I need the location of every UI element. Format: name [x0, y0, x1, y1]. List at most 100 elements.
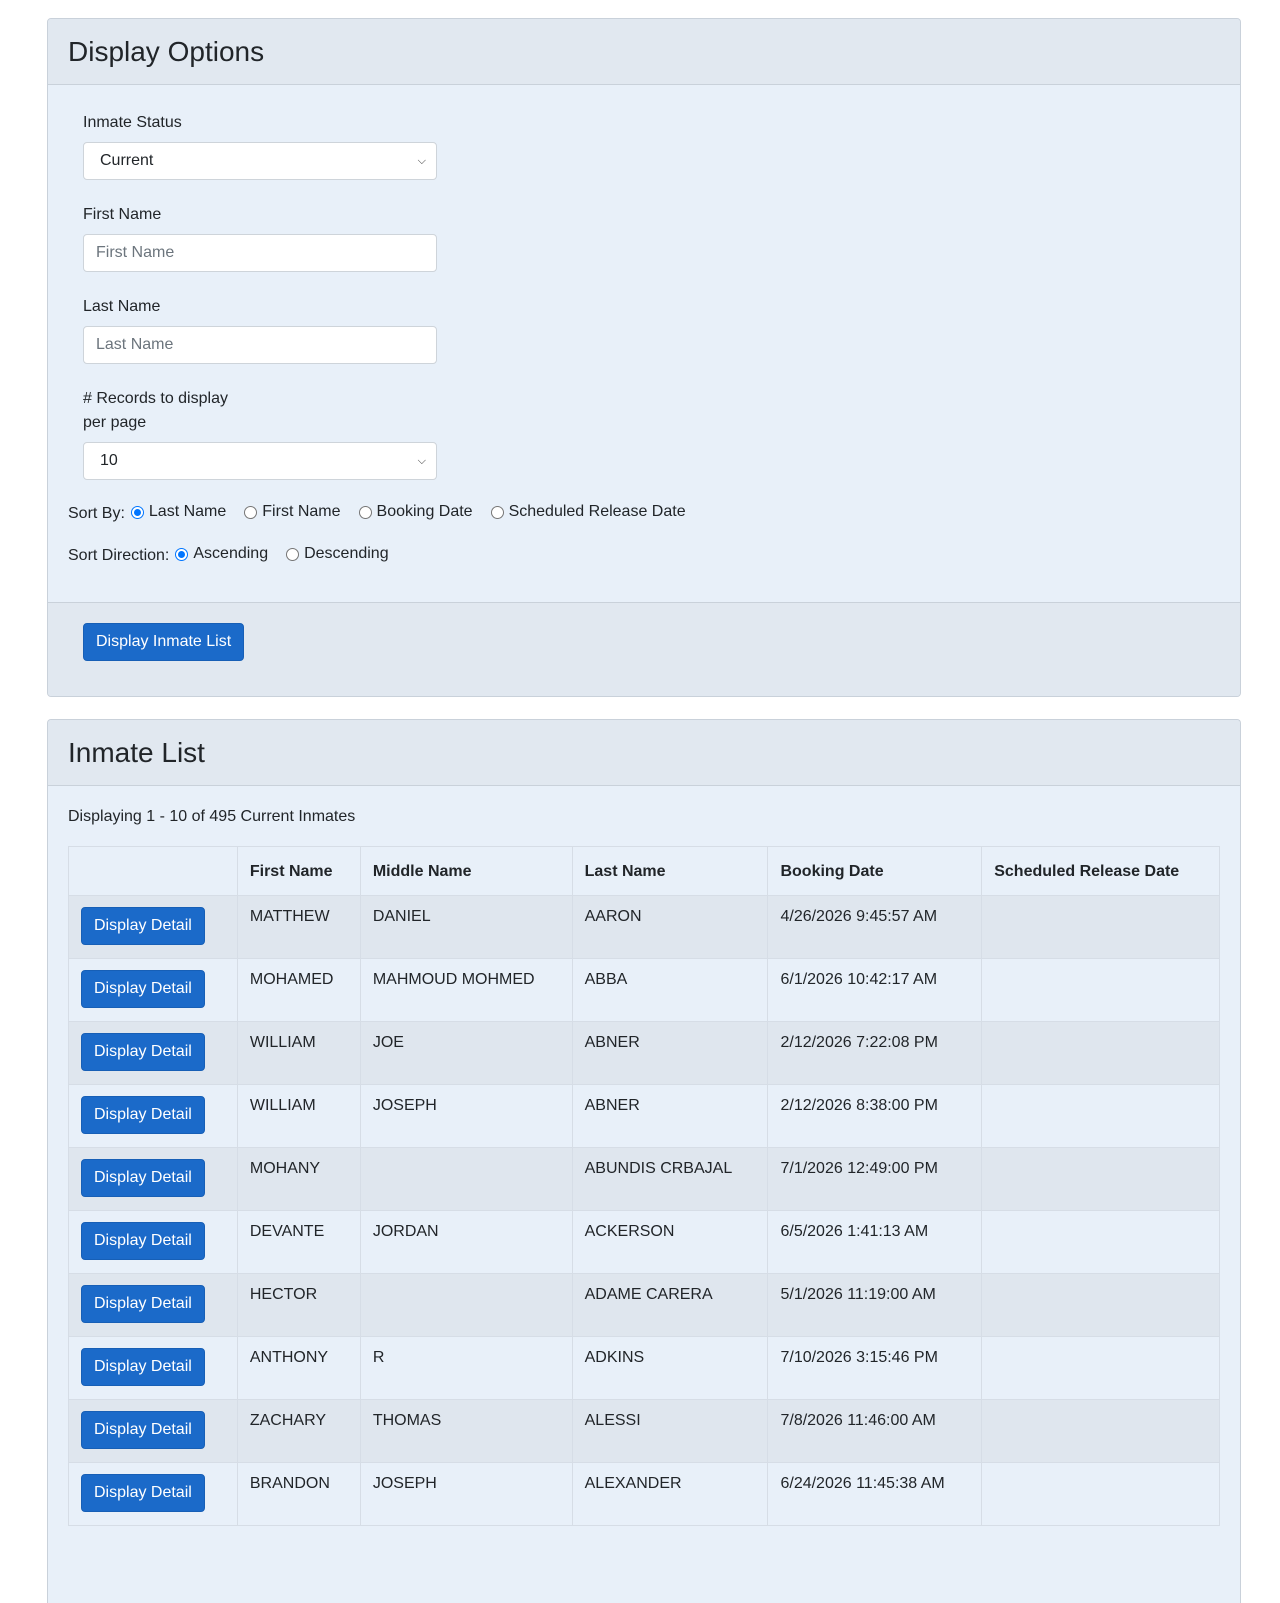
scheduled-release-date-cell [981, 895, 1220, 959]
inmate-list-header: Inmate List [48, 720, 1240, 786]
table-row: Display Detail DEVANTE JORDAN ACKERSON 6/5/2… [68, 1210, 1220, 1274]
radio-icon[interactable] [490, 505, 504, 519]
display-detail-button[interactable]: Display Detail [81, 1033, 205, 1071]
action-cell: Display Detail [68, 1336, 238, 1400]
first-name-placeholder: First Name [96, 244, 175, 261]
scheduled-release-date-cell [981, 1210, 1220, 1274]
radio-checked-icon[interactable] [130, 505, 144, 519]
display-options-panel: Display Options Inmate Status Current ⌵ … [47, 18, 1241, 697]
middle-name-cell: JOE [359, 1021, 573, 1085]
sort-by-option-label: First Name [262, 503, 341, 520]
sort-by-label: Sort By: [68, 505, 125, 522]
records-per-page-label-line2: per page [83, 414, 147, 431]
first-name-cell: BRANDON [236, 1462, 361, 1526]
display-options-footer: Display Inmate List [48, 602, 1240, 696]
action-cell: Display Detail [68, 1147, 238, 1211]
display-detail-button[interactable]: Display Detail [81, 1159, 205, 1197]
display-detail-button[interactable]: Display Detail [81, 1411, 205, 1449]
first-name-cell: MOHAMED [236, 958, 361, 1022]
table-row: Display Detail MOHANY ABUNDIS CRBAJAL 7/1/2… [68, 1147, 1220, 1211]
column-header-booking-date: Booking Date [767, 846, 983, 896]
display-detail-button[interactable]: Display Detail [81, 1474, 205, 1512]
scheduled-release-date-cell [981, 1084, 1220, 1148]
middle-name-cell: JOSEPH [359, 1462, 573, 1526]
action-cell: Display Detail [68, 1462, 238, 1526]
radio-icon[interactable] [286, 547, 300, 561]
middle-name-cell: DANIEL [359, 895, 573, 959]
scheduled-release-date-cell [981, 1147, 1220, 1211]
radio-icon[interactable] [358, 505, 372, 519]
chevron-down-icon: ⌵ [417, 454, 426, 467]
middle-name-cell [359, 1147, 573, 1211]
last-name-cell: ABNER [571, 1084, 769, 1148]
action-cell: Display Detail [68, 1021, 238, 1085]
first-name-input[interactable]: First Name [83, 234, 437, 272]
booking-date-cell: 4/26/2026 9:45:57 AM [767, 895, 983, 959]
column-header-first-name: First Name [236, 846, 361, 896]
table-row: Display Detail ANTHONY R ADKINS 7/10/2026 3:… [68, 1336, 1220, 1400]
inmate-status-label: Inmate Status [83, 114, 182, 131]
display-detail-button[interactable]: Display Detail [81, 970, 205, 1008]
records-per-page-value: 10 [100, 452, 118, 469]
last-name-cell: ABBA [571, 958, 769, 1022]
sort-by-last-name[interactable]: Last Name [129, 503, 226, 521]
booking-date-cell: 5/1/2026 11:19:00 AM [767, 1273, 983, 1337]
records-per-page-select[interactable]: 10 ⌵ [83, 442, 437, 480]
scheduled-release-date-cell [981, 1021, 1220, 1085]
inmate-list-summary: Displaying 1 - 10 of 495 Current Inmates [68, 808, 356, 825]
booking-date-cell: 2/12/2026 7:22:08 PM [767, 1021, 983, 1085]
first-name-cell: ZACHARY [236, 1399, 361, 1463]
table-header-row: First Name Middle Name Last Name Booking… [68, 846, 1220, 896]
last-name-placeholder: Last Name [96, 336, 174, 353]
sort-by-scheduled-release-date[interactable]: Scheduled Release Date [489, 503, 686, 521]
display-detail-button[interactable]: Display Detail [81, 1348, 205, 1386]
records-per-page-label: # Records to display per page [83, 387, 228, 435]
display-detail-button[interactable]: Display Detail [81, 1222, 205, 1260]
sort-direction-descending[interactable]: Descending [284, 545, 389, 563]
last-name-cell: ALESSI [571, 1399, 769, 1463]
middle-name-cell [359, 1273, 573, 1337]
display-detail-button[interactable]: Display Detail [81, 1096, 205, 1134]
first-name-cell: HECTOR [236, 1273, 361, 1337]
middle-name-cell: THOMAS [359, 1399, 573, 1463]
sort-by-booking-date[interactable]: Booking Date [357, 503, 473, 521]
last-name-cell: ABUNDIS CRBAJAL [571, 1147, 769, 1211]
sort-direction-option-label: Ascending [193, 545, 269, 562]
scheduled-release-date-cell [981, 958, 1220, 1022]
radio-checked-icon[interactable] [175, 547, 189, 561]
inmate-status-select[interactable]: Current ⌵ [83, 142, 437, 180]
sort-direction-group: Sort Direction: Ascending Descending [68, 545, 405, 564]
table-row: Display Detail WILLIAM JOE ABNER 2/12/2026 7… [68, 1021, 1220, 1085]
sort-by-option-label: Last Name [148, 503, 227, 520]
action-cell: Display Detail [68, 958, 238, 1022]
sort-direction-ascending[interactable]: Ascending [173, 545, 268, 563]
display-detail-button[interactable]: Display Detail [81, 1285, 205, 1323]
first-name-cell: ANTHONY [236, 1336, 361, 1400]
sort-by-option-label: Booking Date [376, 503, 473, 520]
action-cell: Display Detail [68, 1399, 238, 1463]
table-row: Display Detail MOHAMED MAHMOUD MOHMED ABBA 6… [68, 958, 1220, 1022]
radio-icon[interactable] [244, 505, 258, 519]
middle-name-cell: JOSEPH [359, 1084, 573, 1148]
display-detail-button[interactable]: Display Detail [81, 907, 205, 945]
last-name-label: Last Name [83, 298, 161, 315]
column-header-middle-name: Middle Name [359, 846, 573, 896]
display-options-title: Display Options [68, 35, 265, 67]
last-name-cell: ADAME CARERA [571, 1273, 769, 1337]
last-name-input[interactable]: Last Name [83, 326, 437, 364]
scheduled-release-date-cell [981, 1462, 1220, 1526]
first-name-label: First Name [83, 206, 162, 223]
last-name-cell: AARON [571, 895, 769, 959]
sort-by-first-name[interactable]: First Name [242, 503, 341, 521]
records-per-page-label-line1: # Records to display [83, 390, 228, 407]
display-inmate-list-button[interactable]: Display Inmate List [83, 623, 245, 661]
action-cell: Display Detail [68, 1210, 238, 1274]
booking-date-cell: 6/24/2026 11:45:38 AM [767, 1462, 983, 1526]
column-header-action [68, 846, 238, 896]
sort-direction-label: Sort Direction: [68, 547, 170, 564]
chevron-down-icon: ⌵ [417, 154, 426, 167]
booking-date-cell: 7/1/2026 12:49:00 PM [767, 1147, 983, 1211]
scheduled-release-date-cell [981, 1273, 1220, 1337]
last-name-cell: ADKINS [571, 1336, 769, 1400]
action-cell: Display Detail [68, 1084, 238, 1148]
